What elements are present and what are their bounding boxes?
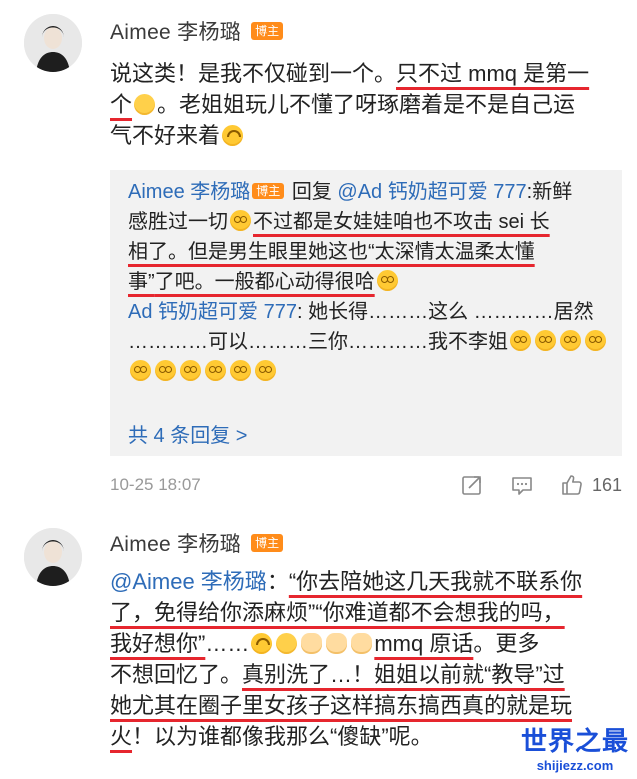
text-line: 事”了吧。一般都心动得很哈 (128, 267, 612, 297)
thumbs-up-icon (562, 475, 582, 495)
text-span: 事” (128, 271, 155, 293)
timestamp: 10-25 18:07 (110, 475, 201, 494)
avatar[interactable] (24, 528, 82, 586)
text-span: mmq 原话 (374, 631, 474, 656)
text-span: 了吧。一般都心动得很哈 (154, 271, 375, 293)
avatar[interactable] (24, 14, 82, 72)
text-line: 气不好来着 (110, 120, 617, 151)
shrug-emoji (276, 633, 298, 654)
text-span: 。老姐姐玩儿不懂了呀琢磨着是不是自己运 (157, 92, 576, 117)
dizzy-emoji (180, 360, 201, 381)
text-line: 感胜过一切 不过都是女娃娃咱也不攻击 sei 长 (128, 207, 612, 237)
text-line: 个。老姐姐玩儿不懂了呀琢磨着是不是自己运 (110, 89, 617, 120)
dizzy-emoji (535, 330, 556, 351)
text-line: 相了。但是男生眼里她这也“太深情太温柔太懂 (128, 237, 612, 267)
dizzy-emoji (255, 360, 276, 381)
dizzy-emoji (230, 360, 251, 381)
shrug-emoji (134, 94, 156, 115)
text-span: 只不过 mmq 是第一 (396, 61, 590, 86)
text-span: 姐姐以前就“教导”过 (374, 662, 565, 687)
reply-content: Aimee 李杨璐 博主 回复 @Ad 钙奶超可爱 777:新鲜感胜过一切 不过都是… (128, 177, 612, 387)
text-span: 不过都是女娃娃咱也不攻击 sei 长 (253, 211, 550, 233)
upside-down-emoji (222, 125, 244, 146)
text-line: …………可以………三你…………我不李姐 (128, 327, 612, 357)
text-line: 了，免得给你添麻烦”“你难道都不会想我的吗， (110, 597, 617, 628)
dizzy-emoji (585, 330, 606, 351)
dizzy-emoji (205, 360, 226, 381)
share-icon[interactable] (460, 473, 484, 497)
text-line: 不想回忆了。真别洗了…！姐姐以前就“教导”过 (110, 659, 617, 690)
user-mention[interactable]: @Ad 钙奶超可爱 777 (337, 181, 526, 203)
dizzy-emoji (376, 270, 398, 291)
text-span: : 她长得………这么 …………居然 (296, 301, 594, 323)
dizzy-emoji (230, 210, 251, 231)
text-span: 她尤其在圈子里女孩子这样搞东搞西真的就是玩 (110, 693, 573, 718)
dizzy-emoji (510, 330, 531, 351)
text-span: :新鲜 (526, 181, 573, 203)
like-count: 161 (591, 474, 622, 495)
comment-item-1: Aimee 李杨璐 博主 说这类！是我不仅碰到一个。只不过 mmq 是第一个。老… (0, 0, 637, 510)
username-row: Aimee 李杨璐 博主 (110, 16, 284, 46)
watermark-url: shijiezz.com (536, 758, 614, 773)
clap-emoji (326, 633, 348, 654)
text-span: 火 (110, 724, 133, 749)
text-span: 但是男生眼里她这也“太深情太温柔太懂 (188, 241, 535, 263)
text-span: 感胜过一切 (128, 211, 228, 233)
text-line: Ad 钙奶超可爱 777: 她长得………这么 …………居然 (128, 297, 612, 327)
comment-content: 说这类！是我不仅碰到一个。只不过 mmq 是第一个。老姐姐玩儿不懂了呀琢磨着是不… (110, 58, 617, 151)
more-replies-link[interactable]: 共 4 条回复 > (128, 419, 247, 448)
blogger-badge: 博主 (252, 183, 285, 199)
comment-meta: 10-25 18:07 161 (110, 470, 622, 500)
user-mention[interactable]: Ad 钙奶超可爱 777 (128, 301, 297, 323)
text-line: 她尤其在圈子里女孩子这样搞东搞西真的就是玩 (110, 690, 617, 721)
clap-emoji (301, 633, 323, 654)
dizzy-emoji (130, 360, 151, 381)
text-span: 不想回忆了。 (110, 662, 243, 687)
comment-actions: 161 (460, 473, 622, 497)
blogger-badge: 博主 (251, 534, 284, 552)
text-span: 回复 (286, 181, 338, 203)
user-mention[interactable]: Aimee 李杨璐 (128, 181, 250, 203)
text-span: …… (205, 631, 250, 656)
text-line: @Aimee 李杨璐：“你去陪她这几天我就不联系你 (110, 566, 617, 597)
username[interactable]: Aimee 李杨璐 (110, 528, 241, 558)
text-line: 说这类！是我不仅碰到一个。只不过 mmq 是第一 (110, 58, 617, 89)
text-span: ： (266, 569, 289, 594)
text-span: …………可以………三你…………我不李姐 (128, 331, 508, 353)
text-line (128, 357, 612, 387)
dizzy-emoji (155, 360, 176, 381)
upside-down-emoji (251, 633, 273, 654)
dizzy-emoji (560, 330, 581, 351)
text-line: Aimee 李杨璐 博主 回复 @Ad 钙奶超可爱 777:新鲜 (128, 177, 612, 207)
text-span: 气不好来着 (110, 123, 221, 148)
text-line: 我好想你”…… mmq 原话。更多 (110, 628, 617, 659)
reply-box[interactable]: Aimee 李杨璐 博主 回复 @Ad 钙奶超可爱 777:新鲜感胜过一切 不过都是… (110, 170, 622, 456)
text-span: 了，免得给你添麻烦”“你难道都不会想我的吗， (110, 600, 565, 625)
text-span: “你去陪她这几天我就不联系你 (288, 569, 583, 594)
text-span: 。更多 (473, 631, 540, 656)
text-span: 我好想你” (110, 631, 206, 656)
username-row: Aimee 李杨璐 博主 (110, 528, 284, 558)
user-mention[interactable]: @Aimee 李杨璐 (110, 569, 267, 594)
blogger-badge: 博主 (251, 22, 284, 40)
clap-emoji (351, 633, 373, 654)
watermark: 世界之最 shijiezz.com (521, 721, 629, 773)
comment-icon[interactable] (510, 473, 534, 497)
watermark-title: 世界之最 (520, 726, 629, 756)
text-span: ！以为谁都像我那么“傻缺”呢。 (132, 724, 433, 749)
like-button[interactable]: 161 (560, 473, 622, 497)
text-span: 说这类！是我不仅碰到一个。 (110, 61, 397, 86)
text-span: 真别洗了…！ (242, 662, 375, 687)
username[interactable]: Aimee 李杨璐 (110, 16, 241, 46)
text-span: 相了。 (128, 241, 188, 263)
text-span: 个 (110, 92, 133, 117)
